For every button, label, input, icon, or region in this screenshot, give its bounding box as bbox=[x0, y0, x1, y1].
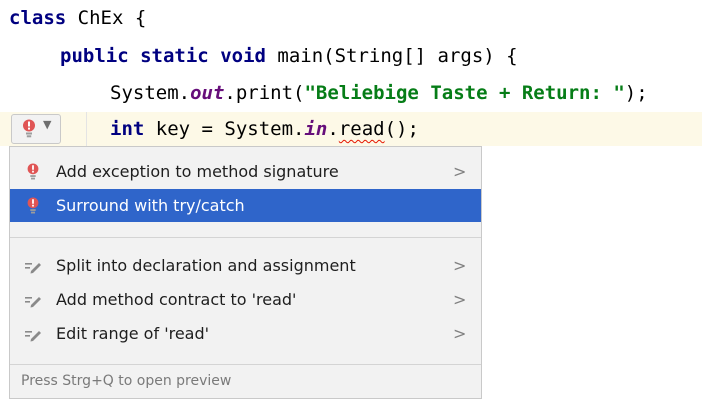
menu-item-add-method-contract[interactable]: Add method contract to 'read' > bbox=[10, 283, 481, 316]
static-field: out bbox=[190, 82, 225, 104]
menu-item-label: Add method contract to 'read' bbox=[56, 290, 297, 309]
gutter-separator bbox=[86, 112, 87, 146]
menu-item-edit-range[interactable]: Edit range of 'read' > bbox=[10, 317, 481, 350]
chevron-right-icon: > bbox=[453, 290, 467, 309]
menu-item-split-declaration[interactable]: Split into declaration and assignment > bbox=[10, 249, 481, 282]
code-text: System. bbox=[110, 82, 191, 104]
menu-item-label: Split into declaration and assignment bbox=[56, 256, 356, 275]
keyword: public bbox=[60, 45, 129, 67]
keyword: void bbox=[220, 45, 266, 67]
popup-footer-hint: Press Strg+Q to open preview bbox=[10, 364, 481, 398]
code-text: main(String[] args) { bbox=[265, 45, 518, 67]
code-text: .print( bbox=[224, 82, 305, 104]
code-text: key = System. bbox=[144, 118, 305, 140]
keyword: static bbox=[140, 45, 209, 67]
static-field: in bbox=[304, 118, 328, 140]
red-bulb-icon bbox=[22, 119, 36, 143]
menu-separator bbox=[10, 237, 481, 238]
menu-item-label: Add exception to method signature bbox=[56, 162, 339, 181]
string-literal: "Beliebige Taste + Return: " bbox=[304, 82, 625, 104]
keyword: class bbox=[9, 7, 67, 29]
code-text: ); bbox=[624, 82, 648, 104]
menu-item-surround-try-catch[interactable]: Surround with try/catch bbox=[10, 189, 481, 222]
red-bulb-icon bbox=[24, 197, 42, 215]
menu-item-label: Surround with try/catch bbox=[56, 196, 245, 215]
code-line-2: public static void main(String[] args) { bbox=[60, 40, 518, 72]
code-text: (); bbox=[384, 118, 419, 140]
code-line-4: int key = System.in.read(); bbox=[110, 113, 419, 145]
error-highlight[interactable]: read bbox=[339, 118, 385, 140]
keyword: int bbox=[110, 118, 145, 140]
menu-item-add-exception[interactable]: Add exception to method signature > bbox=[10, 155, 481, 188]
code-line-3: System.out.print("Beliebige Taste + Retu… bbox=[110, 77, 648, 109]
red-bulb-icon bbox=[24, 163, 42, 181]
code-text: ChEx { bbox=[66, 7, 147, 29]
edit-pencil-icon bbox=[24, 325, 42, 343]
code-editor[interactable]: class ChEx { public static void main(Str… bbox=[0, 0, 702, 160]
edit-pencil-icon bbox=[24, 257, 42, 275]
chevron-right-icon: > bbox=[453, 162, 467, 181]
intention-actions-button[interactable]: ▼ bbox=[11, 114, 61, 144]
menu-item-label: Edit range of 'read' bbox=[56, 324, 210, 343]
intention-actions-popup: Add exception to method signature > Surr… bbox=[9, 146, 482, 399]
code-text: . bbox=[327, 118, 339, 140]
chevron-down-icon: ▼ bbox=[43, 118, 52, 131]
chevron-right-icon: > bbox=[453, 324, 467, 343]
code-line-1: class ChEx { bbox=[9, 2, 146, 34]
chevron-right-icon: > bbox=[453, 256, 467, 275]
edit-pencil-icon bbox=[24, 291, 42, 309]
